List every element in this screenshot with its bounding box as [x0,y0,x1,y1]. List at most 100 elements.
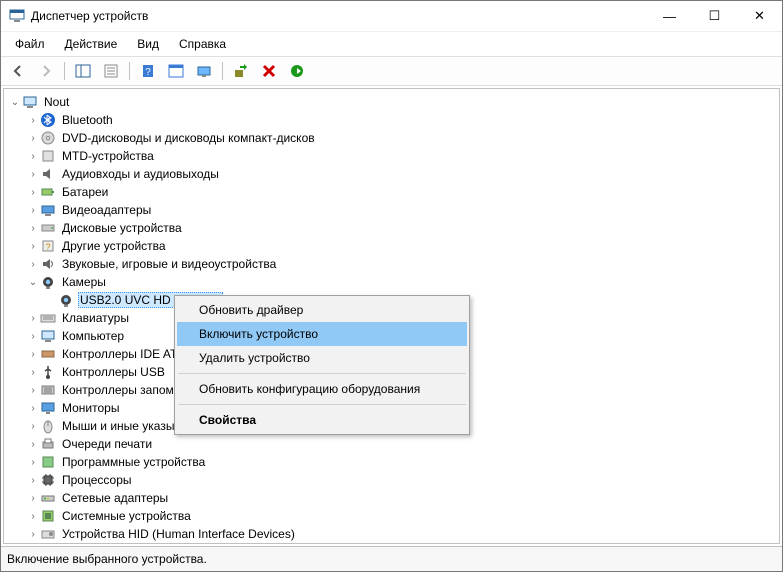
tree-item[interactable]: ›Сетевые адаптеры [26,489,777,507]
expand-icon[interactable]: › [26,167,40,181]
ctx-enable-device[interactable]: Включить устройство [177,322,467,346]
expand-icon[interactable]: › [26,185,40,199]
action-button[interactable] [163,59,189,83]
scan-hardware-button[interactable] [191,59,217,83]
properties-button[interactable] [98,59,124,83]
update-driver-toolbar-button[interactable] [228,59,254,83]
menu-view[interactable]: Вид [129,34,167,54]
storage-icon [40,382,56,398]
disk-icon [40,220,56,236]
computer-icon [22,94,38,110]
menu-action[interactable]: Действие [57,34,126,54]
expand-icon[interactable]: › [26,221,40,235]
expand-icon[interactable]: › [26,419,40,433]
minimize-button[interactable]: — [647,1,692,31]
tree-item-label: Дисковые устройства [60,221,184,235]
expand-icon[interactable]: › [26,149,40,163]
expand-icon[interactable]: › [26,203,40,217]
tree-item-label: Камеры [60,275,108,289]
video-icon [40,202,56,218]
show-hide-tree-button[interactable] [70,59,96,83]
tree-item[interactable]: ›Программные устройства [26,453,777,471]
expand-icon[interactable]: › [26,131,40,145]
hid-icon [40,526,56,542]
menu-help[interactable]: Справка [171,34,234,54]
monitor-icon [40,400,56,416]
tree-item[interactable]: ›Аудиовходы и аудиовыходы [26,165,777,183]
tree-item[interactable]: ›Процессоры [26,471,777,489]
tree-item[interactable]: ›Устройства HID (Human Interface Devices… [26,525,777,543]
expand-icon[interactable]: › [26,311,40,325]
menubar: Файл Действие Вид Справка [1,32,782,57]
tree-item-label: Контроллеры USB [60,365,167,379]
expand-icon[interactable]: › [26,473,40,487]
tree-item[interactable]: ›Системные устройства [26,507,777,525]
ctx-update-driver[interactable]: Обновить драйвер [177,298,467,322]
svg-text:?: ? [145,67,151,78]
tree-item[interactable]: › Дисковые устройства [26,219,777,237]
expand-icon[interactable]: › [26,455,40,469]
camera-icon [58,292,74,308]
maximize-button[interactable]: ☐ [692,1,737,31]
bluetooth-icon [40,112,56,128]
tree-root-node[interactable]: ⌄ Nout [8,93,777,111]
back-button[interactable] [5,59,31,83]
tree-item[interactable]: ›? Другие устройства [26,237,777,255]
tree-item[interactable]: › Bluetooth [26,111,777,129]
expand-icon[interactable]: › [26,257,40,271]
mtd-icon [40,148,56,164]
expand-icon[interactable]: › [26,329,40,343]
tree-item-label: Очереди печати [60,437,154,451]
svg-text:?: ? [45,242,50,252]
computer-icon [40,328,56,344]
tree-item[interactable]: › Очереди печати [26,435,777,453]
help-button[interactable]: ? [135,59,161,83]
expand-icon[interactable]: › [26,491,40,505]
keyboard-icon [40,310,56,326]
expand-icon[interactable]: › [26,527,40,541]
expand-icon[interactable]: › [26,509,40,523]
enable-device-toolbar-button[interactable] [284,59,310,83]
expand-icon[interactable]: › [26,113,40,127]
titlebar: Диспетчер устройств — ☐ ✕ [1,1,782,32]
expand-icon[interactable]: › [26,239,40,253]
close-button[interactable]: ✕ [737,1,782,31]
tree-item[interactable]: ›Звуковые, игровые и видеоустройства [26,255,777,273]
usb-icon [40,364,56,380]
device-tree[interactable]: ⌄ Nout › Bluetooth ›DVD-дисководы и дисков… [3,88,780,544]
collapse-icon[interactable]: ⌄ [8,95,22,109]
ctx-uninstall-device[interactable]: Удалить устройство [177,346,467,370]
ide-icon [40,346,56,362]
status-text: Включение выбранного устройства. [7,552,207,566]
uninstall-device-toolbar-button[interactable] [256,59,282,83]
expand-icon[interactable]: › [26,383,40,397]
dvd-icon [40,130,56,146]
other-icon: ? [40,238,56,254]
expand-icon[interactable]: › [26,365,40,379]
collapse-icon[interactable]: ⌄ [26,275,40,289]
system-icon [40,508,56,524]
audio-icon [40,166,56,182]
ctx-scan-hardware[interactable]: Обновить конфигурацию оборудования [177,377,467,401]
tree-item-label: Bluetooth [60,113,115,127]
tree-item-label: MTD-устройства [60,149,156,163]
expand-icon[interactable]: › [26,437,40,451]
tree-item-label: Клавиатуры [60,311,131,325]
forward-button[interactable] [33,59,59,83]
separator [222,62,223,80]
tree-item[interactable]: ›Видеоадаптеры [26,201,777,219]
tree-item-label: Другие устройства [60,239,168,253]
ctx-properties[interactable]: Свойства [177,408,467,432]
tree-root-label: Nout [42,95,71,109]
tree-item[interactable]: ›DVD-дисководы и дисководы компакт-диско… [26,129,777,147]
window-controls: — ☐ ✕ [647,1,782,31]
tree-item[interactable]: ›Батареи [26,183,777,201]
tree-item-cameras[interactable]: ⌄ Камеры [26,273,777,291]
context-menu: Обновить драйвер Включить устройство Уда… [174,295,470,435]
expand-icon[interactable]: › [26,401,40,415]
menu-file[interactable]: Файл [7,34,53,54]
camera-icon [40,274,56,290]
statusbar: Включение выбранного устройства. [1,546,782,571]
tree-item[interactable]: › MTD-устройства [26,147,777,165]
expand-icon[interactable]: › [26,347,40,361]
